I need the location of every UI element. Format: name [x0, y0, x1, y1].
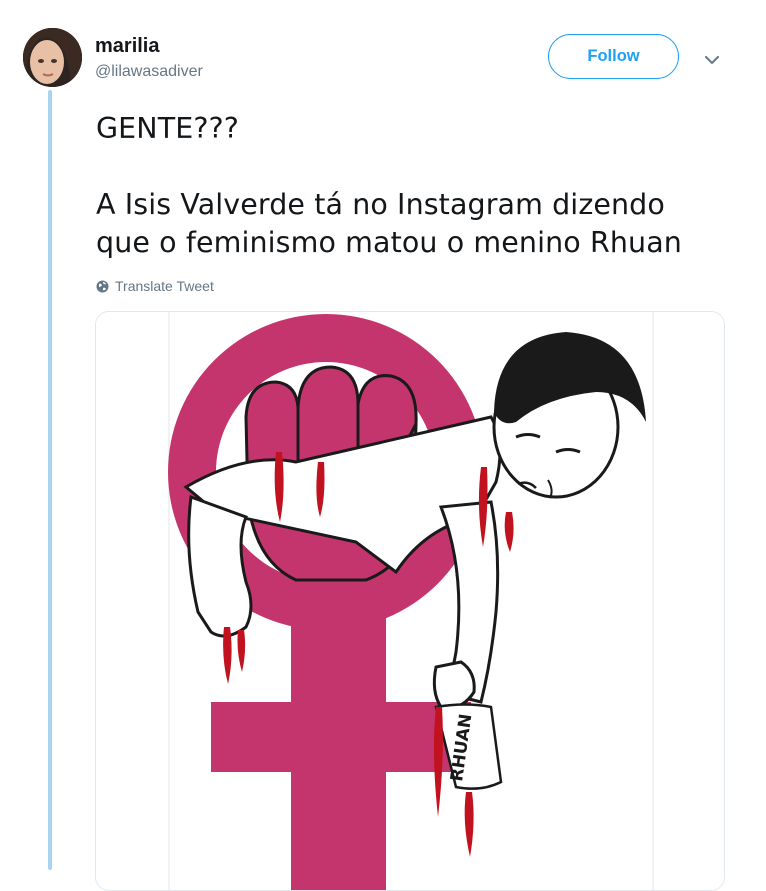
follow-button[interactable]: Follow [548, 34, 679, 79]
globe-icon [96, 280, 109, 292]
translate-label: Translate Tweet [115, 278, 214, 294]
translate-tweet-link[interactable]: Translate Tweet [96, 278, 214, 294]
illustration-image: RHUAN [96, 312, 724, 890]
avatar-photo [23, 28, 82, 87]
chevron-down-icon[interactable] [700, 48, 724, 72]
tweet-text: GENTE??? A Isis Valverde tá no Instagram… [96, 112, 682, 259]
author-handle[interactable]: @lilawasadiver [95, 63, 203, 81]
avatar[interactable] [23, 28, 82, 87]
thread-line [48, 90, 52, 870]
author-name[interactable]: marilia [95, 35, 159, 58]
tweet-media-card[interactable]: RHUAN [95, 311, 725, 891]
